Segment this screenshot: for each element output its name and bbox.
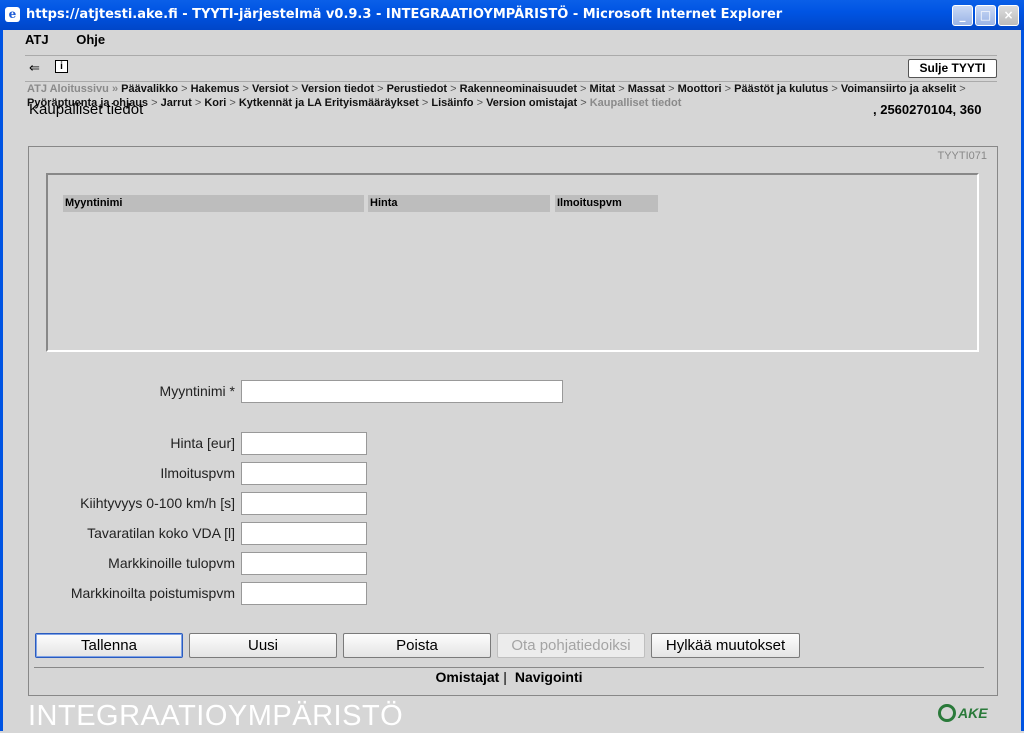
- markkinoilta-poistumispvm-label: Markkinoilta poistumispvm: [70, 585, 235, 601]
- breadcrumb-item[interactable]: Moottori: [678, 83, 722, 95]
- save-button[interactable]: Tallenna: [35, 633, 183, 658]
- breadcrumb-item[interactable]: Päästöt ja kulutus: [734, 83, 828, 95]
- breadcrumb-item[interactable]: Version omistajat: [486, 97, 577, 109]
- info-icon[interactable]: i: [55, 60, 68, 73]
- back-arrow-icon[interactable]: ⇐: [29, 60, 40, 76]
- record-id: , 2560270104, 360: [873, 102, 982, 117]
- minimize-icon: _: [959, 8, 966, 22]
- bottom-divider: [34, 667, 984, 668]
- breadcrumb: ATJ Aloitussivu » Päävalikko > Hakemus >…: [27, 83, 966, 109]
- markkinoille-tulopvm-label: Markkinoille tulopvm: [108, 555, 235, 571]
- navigation-link[interactable]: Navigointi: [515, 669, 583, 685]
- close-tyyti-button[interactable]: Sulje TYYTI: [908, 59, 997, 78]
- menu-item-atj[interactable]: ATJ: [25, 32, 49, 47]
- ake-logo: AKE: [938, 704, 988, 722]
- window-title-bar: e https://atjtesti.ake.fi - TYYTI-järjes…: [0, 0, 1024, 30]
- owners-link[interactable]: Omistajat: [435, 669, 499, 685]
- page-title: Kaupalliset tiedot: [29, 101, 144, 118]
- markkinoille-tulopvm-input[interactable]: [241, 552, 367, 575]
- records-grid: Myyntinimi Hinta Ilmoituspvm: [46, 173, 979, 352]
- breadcrumb-item[interactable]: Massat: [628, 83, 665, 95]
- close-icon: ×: [1003, 8, 1014, 22]
- breadcrumb-item[interactable]: Kytkennät ja LA Erityismääräykset: [239, 97, 419, 109]
- breadcrumb-item[interactable]: Jarrut: [161, 97, 192, 109]
- menu-divider: [25, 55, 997, 56]
- maximize-button[interactable]: □: [975, 5, 996, 26]
- main-panel: TYYTI071 Myyntinimi Hinta Ilmoituspvm My…: [28, 146, 998, 696]
- breadcrumb-item[interactable]: Version tiedot: [301, 83, 374, 95]
- minimize-button[interactable]: _: [952, 5, 973, 26]
- screen-code: TYYTI071: [937, 150, 987, 162]
- new-button[interactable]: Uusi: [189, 633, 337, 658]
- grid-header-hinta[interactable]: Hinta: [368, 195, 550, 212]
- kiihtyvyys-label: Kiihtyvyys 0-100 km/h [s]: [80, 495, 235, 511]
- breadcrumb-item[interactable]: Päävalikko: [121, 83, 178, 95]
- grid-header-myyntinimi[interactable]: Myyntinimi: [63, 195, 364, 212]
- internet-explorer-icon: e: [5, 7, 20, 22]
- breadcrumb-item[interactable]: Versiot: [252, 83, 289, 95]
- myyntinimi-input[interactable]: [241, 380, 563, 403]
- kiihtyvyys-input[interactable]: [241, 492, 367, 515]
- discard-changes-button[interactable]: Hylkää muutokset: [651, 633, 800, 658]
- bottom-links: Omistajat | Navigointi: [435, 669, 583, 685]
- menu-item-ohje[interactable]: Ohje: [76, 32, 105, 47]
- maximize-icon: □: [979, 8, 992, 22]
- markkinoilta-poistumispvm-input[interactable]: [241, 582, 367, 605]
- ake-logo-icon: [938, 704, 956, 722]
- close-window-button[interactable]: ×: [998, 5, 1019, 26]
- breadcrumb-item[interactable]: Kori: [204, 97, 226, 109]
- ilmoituspvm-input[interactable]: [241, 462, 367, 485]
- myyntinimi-label: Myyntinimi *: [159, 383, 235, 399]
- browser-content: ATJ Ohje ⇐ i Sulje TYYTI ATJ Aloitussivu…: [0, 30, 1024, 732]
- breadcrumb-current: Kaupalliset tiedot: [589, 97, 682, 109]
- breadcrumb-item[interactable]: Voimansiirto ja akselit: [841, 83, 956, 95]
- delete-button[interactable]: Poista: [343, 633, 491, 658]
- ilmoituspvm-label: Ilmoituspvm: [160, 465, 235, 481]
- breadcrumb-root[interactable]: ATJ Aloitussivu: [27, 83, 109, 95]
- breadcrumb-item[interactable]: Mitat: [590, 83, 616, 95]
- breadcrumb-item[interactable]: Rakenneominaisuudet: [460, 83, 577, 95]
- hinta-input[interactable]: [241, 432, 367, 455]
- use-as-base-button[interactable]: Ota pohjatiedoiksi: [497, 633, 645, 658]
- breadcrumb-item[interactable]: Hakemus: [191, 83, 240, 95]
- ake-logo-text: AKE: [958, 705, 988, 721]
- environment-banner: INTEGRAATIOYMPÄRISTÖ: [28, 700, 404, 732]
- tavaratila-label: Tavaratilan koko VDA [l]: [87, 525, 235, 541]
- hinta-label: Hinta [eur]: [170, 435, 235, 451]
- menu-bar: ATJ Ohje: [25, 32, 129, 52]
- tavaratila-input[interactable]: [241, 522, 367, 545]
- window-title: https://atjtesti.ake.fi - TYYTI-järjeste…: [26, 7, 783, 22]
- grid-header-ilmoituspvm[interactable]: Ilmoituspvm: [555, 195, 658, 212]
- breadcrumb-item[interactable]: Perustiedot: [387, 83, 448, 95]
- breadcrumb-item[interactable]: Lisäinfo: [431, 97, 473, 109]
